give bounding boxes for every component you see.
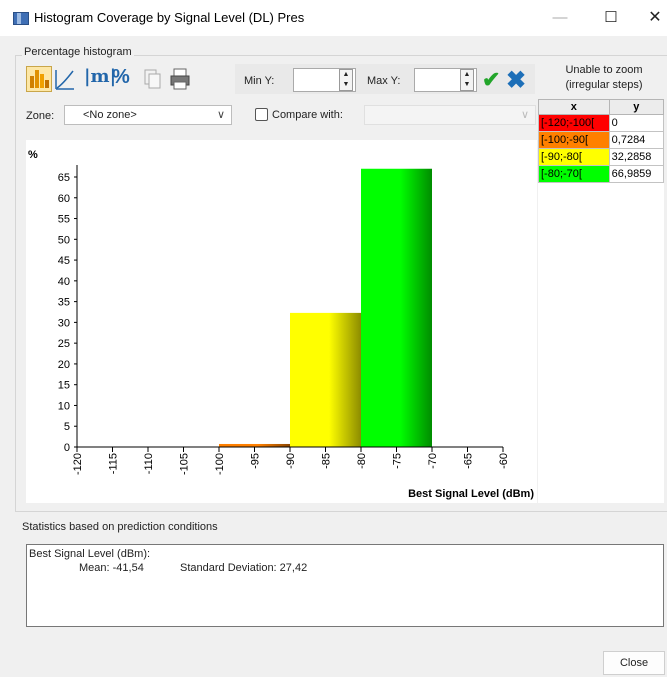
printer-icon bbox=[170, 68, 190, 90]
zone-label: Zone: bbox=[26, 110, 55, 122]
stats-mean: Mean: -41,54 bbox=[79, 562, 144, 574]
x-axis-label: Best Signal Level (dBm) bbox=[408, 488, 534, 500]
zoom-note-line1: Unable to zoom bbox=[565, 64, 643, 76]
histogram-bar bbox=[290, 312, 361, 447]
y-tick-label: 35 bbox=[58, 297, 70, 309]
compare-label: Compare with: bbox=[272, 109, 343, 121]
y-tick-label: 30 bbox=[58, 317, 70, 329]
compare-select[interactable]: ∨ bbox=[364, 105, 536, 125]
bar-chart-button[interactable] bbox=[26, 66, 52, 92]
y-tick-label: 5 bbox=[64, 421, 70, 433]
y-axis-label: % bbox=[28, 149, 38, 161]
y-tick-label: 65 bbox=[58, 172, 70, 184]
window-title: Histogram Coverage by Signal Level (DL) … bbox=[34, 10, 305, 25]
table-cell-y: 32,2858 bbox=[608, 148, 665, 166]
y-tick-label: 50 bbox=[58, 234, 70, 246]
y-tick-label: 55 bbox=[58, 214, 70, 226]
table-cell-y: 0 bbox=[608, 114, 665, 132]
table-header-x: x bbox=[538, 99, 610, 115]
min-y-label: Min Y: bbox=[244, 75, 275, 87]
x-tick-label: -85 bbox=[321, 453, 333, 469]
apply-check-icon[interactable]: ✔ bbox=[482, 67, 500, 93]
stats-box: Best Signal Level (dBm): Mean: -41,54 St… bbox=[26, 544, 664, 627]
x-tick-label: -90 bbox=[285, 453, 297, 469]
max-y-label: Max Y: bbox=[367, 75, 401, 87]
reset-x-icon[interactable]: ✖ bbox=[506, 66, 526, 95]
y-tick-label: 0 bbox=[64, 442, 70, 454]
line-chart-button[interactable] bbox=[54, 66, 76, 92]
table-row[interactable]: [-120;-100[ 0 bbox=[538, 114, 665, 132]
compare-checkbox[interactable] bbox=[255, 108, 268, 121]
y-tick-label: 10 bbox=[58, 400, 70, 412]
y-tick-label: 20 bbox=[58, 359, 70, 371]
histogram-chart: % Best Signal Level (dBm) 0 5 10 15 20 25 30 35… bbox=[28, 149, 534, 500]
min-y-stepper[interactable]: ▲ ▼ bbox=[339, 69, 353, 91]
x-tick-label: -75 bbox=[392, 453, 404, 469]
copy-icon bbox=[144, 69, 161, 89]
zone-select[interactable]: <No zone> ∨ bbox=[64, 105, 232, 125]
x-tick-label: -115 bbox=[108, 453, 120, 474]
percentage-mode-button[interactable]: % bbox=[112, 66, 134, 92]
table-empty-area bbox=[538, 183, 664, 503]
max-y-stepper[interactable]: ▲ ▼ bbox=[460, 69, 474, 91]
group-label: Percentage histogram bbox=[22, 46, 134, 58]
table-row[interactable]: [-80;-70[ 66,9859 bbox=[538, 165, 665, 183]
y-tick-label: 45 bbox=[58, 255, 70, 267]
y-tick-label: 15 bbox=[58, 380, 70, 392]
x-tick-label: -95 bbox=[250, 453, 262, 469]
close-button[interactable]: Close bbox=[603, 651, 665, 675]
x-tick-label: -105 bbox=[179, 453, 191, 475]
table-cell-x: [-80;-70[ bbox=[538, 165, 610, 183]
maximize-button[interactable]: ☐ bbox=[596, 6, 626, 30]
table-header-y: y bbox=[608, 99, 665, 115]
table-cell-y: 0,7284 bbox=[608, 131, 665, 149]
histogram-bar bbox=[361, 168, 432, 447]
chevron-down-icon: ∨ bbox=[521, 109, 530, 121]
minimize-button[interactable]: — bbox=[545, 6, 575, 30]
print-button[interactable] bbox=[169, 66, 191, 92]
stats-label: Statistics based on prediction condition… bbox=[22, 521, 218, 533]
table-row[interactable]: [-90;-80[ 32,2858 bbox=[538, 148, 665, 166]
x-tick-label: -65 bbox=[463, 453, 475, 469]
close-window-button[interactable]: ✕ bbox=[640, 6, 667, 30]
table-cell-x: [-120;-100[ bbox=[538, 114, 610, 132]
app-icon bbox=[13, 12, 29, 25]
zone-select-value: <No zone> bbox=[83, 109, 137, 121]
title-bar: Histogram Coverage by Signal Level (DL) … bbox=[0, 0, 667, 36]
histogram-plot: % Best Signal Level (dBm) 0 5 10 15 20 25 30 35… bbox=[26, 140, 537, 503]
chevron-down-icon: ∨ bbox=[217, 109, 226, 121]
table-cell-x: [-90;-80[ bbox=[538, 148, 610, 166]
absolute-mode-button[interactable]: |m| bbox=[84, 66, 116, 92]
table-cell-x: [-100;-90[ bbox=[538, 131, 610, 149]
line-chart-icon bbox=[55, 70, 74, 90]
y-tick-label: 25 bbox=[58, 338, 70, 350]
x-tick-label: -110 bbox=[143, 453, 155, 474]
zoom-note-line2: (irregular steps) bbox=[565, 79, 643, 91]
stats-std: Standard Deviation: 27,42 bbox=[180, 562, 308, 574]
histogram-table: x y [-120;-100[ 0 [-100;-90[ 0,7284 [-90… bbox=[538, 99, 665, 183]
x-tick-label: -80 bbox=[356, 453, 368, 469]
table-row[interactable]: [-100;-90[ 0,7284 bbox=[538, 131, 665, 149]
x-tick-label: -100 bbox=[214, 453, 226, 475]
x-tick-label: -60 bbox=[498, 453, 510, 469]
copy-button[interactable] bbox=[143, 66, 163, 92]
y-tick-label: 60 bbox=[58, 193, 70, 205]
table-cell-y: 66,9859 bbox=[608, 165, 665, 183]
stats-heading: Best Signal Level (dBm): bbox=[29, 548, 151, 560]
percent-icon: % bbox=[112, 66, 130, 88]
y-tick-label: 40 bbox=[58, 276, 70, 288]
x-tick-label: -120 bbox=[72, 453, 84, 475]
x-tick-label: -70 bbox=[427, 453, 439, 469]
zoom-note: Unable to zoom (irregular steps) bbox=[550, 63, 658, 93]
